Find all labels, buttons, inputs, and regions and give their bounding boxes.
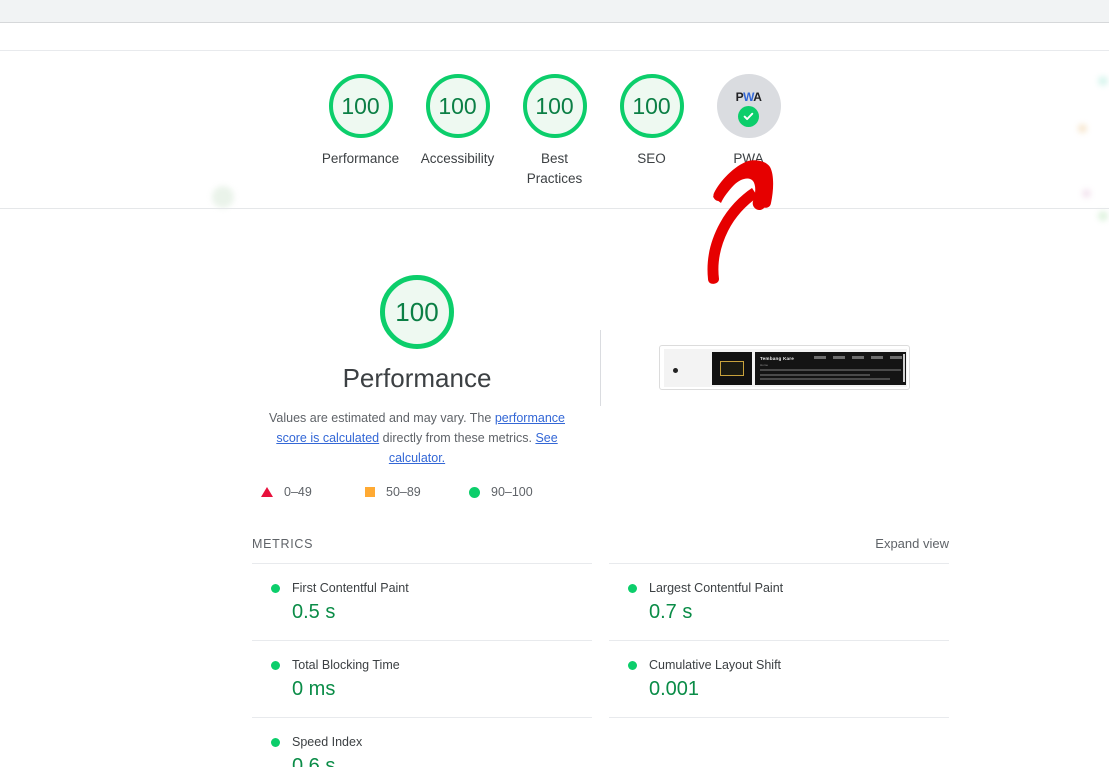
triangle-icon — [261, 487, 273, 498]
metric-label: Cumulative Layout Shift — [649, 658, 782, 672]
metric-item-speed-index[interactable]: Speed Index 0.6 s — [252, 717, 592, 767]
thumbnail-text-lines — [760, 369, 901, 383]
gauge-best-practices: 100 — [522, 74, 587, 138]
metric-value: 0.001 — [649, 678, 700, 700]
check-circle-icon — [738, 106, 759, 127]
scale-range: 90–100 — [491, 485, 533, 500]
score-gauge-performance[interactable]: 100 Performance — [312, 74, 409, 169]
pwa-badge-icon: PWA — [716, 74, 781, 138]
badge-label: PWA — [733, 151, 764, 166]
metric-value: 0.7 s — [649, 601, 693, 623]
scale-range: 0–49 — [284, 485, 312, 500]
gauge-score-value: 100 — [341, 92, 380, 119]
metric-row: First Contentful Paint — [252, 581, 592, 595]
metric-label: First Contentful Paint — [292, 581, 409, 595]
expand-view-toggle[interactable]: Expand view — [875, 536, 949, 551]
metrics-grid: First Contentful Paint 0.5 s Largest Con… — [252, 563, 949, 767]
metrics-section-label: METRICS — [252, 537, 314, 551]
performance-summary: 100 Performance Values are estimated and… — [250, 275, 584, 499]
metric-item-largest-contentful-paint[interactable]: Largest Contentful Paint 0.7 s — [609, 563, 949, 640]
score-gauge-best-practices[interactable]: 100 Best Practices — [506, 74, 603, 189]
description-text-1: Values are estimated and may vary. The — [269, 411, 495, 426]
thumbnail-site-subtitle: Home — [760, 363, 769, 367]
performance-score-value: 100 — [395, 297, 439, 327]
square-icon — [365, 487, 375, 498]
metric-row: Speed Index — [252, 735, 592, 749]
performance-description: Values are estimated and may vary. The p… — [252, 408, 582, 468]
gauge-label: SEO — [637, 151, 666, 166]
circle-icon — [469, 486, 480, 498]
thumbnail-dot — [673, 368, 678, 373]
score-gauge-accessibility[interactable]: 100 Accessibility — [409, 74, 506, 169]
thumbnail-logo-mark-icon — [720, 361, 744, 376]
status-circle-icon — [271, 737, 280, 747]
thumbnail-line — [760, 369, 901, 371]
vertical-divider — [600, 330, 601, 406]
score-scale-legend: 0–49 50–89 90–100 — [261, 485, 573, 499]
final-screenshot-thumbnail[interactable]: Tembang Kare Home — [659, 345, 910, 390]
pwa-wordmark: PWA — [735, 90, 762, 104]
gauge-score-value: 100 — [632, 92, 671, 119]
metrics-header: METRICS Expand view — [252, 536, 949, 551]
metric-label: Speed Index — [292, 735, 363, 749]
category-scores-section: 100 Performance 100 Accessibility 100 Be… — [0, 52, 1109, 209]
status-circle-icon — [628, 660, 637, 670]
scale-item-average: 50–89 — [365, 485, 469, 499]
gauge-score-value: 100 — [535, 92, 574, 119]
metric-value: 0.6 s — [292, 755, 336, 767]
metric-value: 0.5 s — [292, 601, 336, 623]
thumbnail-nav-item — [871, 356, 883, 359]
gauge-accessibility: 100 — [425, 74, 490, 138]
gauge-label: Performance — [321, 151, 400, 166]
metric-row: Total Blocking Time — [252, 658, 592, 672]
gauge-score-value: 100 — [438, 92, 477, 119]
status-circle-icon — [271, 583, 280, 593]
thumbnail-line — [760, 373, 870, 376]
status-circle-icon — [628, 583, 637, 593]
gauge-label: Accessibility — [420, 151, 495, 166]
gauge-label: Best Practices — [526, 151, 583, 186]
browser-chrome-strip — [0, 0, 1109, 23]
page-title: Performance — [342, 363, 492, 393]
thumbnail-logo — [712, 352, 752, 385]
score-gauge-seo[interactable]: 100 SEO — [603, 74, 700, 169]
thumbnail-nav-item — [890, 356, 902, 359]
thumbnail-line — [760, 378, 890, 380]
metric-item-cumulative-layout-shift[interactable]: Cumulative Layout Shift 0.001 — [609, 640, 949, 717]
thumbnail-nav-item — [814, 356, 826, 359]
thumbnail-scrollbar — [903, 354, 905, 382]
metric-label: Largest Contentful Paint — [649, 581, 784, 595]
thumbnail-nav — [814, 356, 902, 359]
metric-item-placeholder — [609, 717, 949, 767]
scale-range: 50–89 — [386, 485, 421, 500]
metric-label: Total Blocking Time — [292, 658, 400, 672]
lighthouse-report-page: 100 Performance 100 Accessibility 100 Be… — [0, 0, 1109, 767]
category-scores-row: 100 Performance 100 Accessibility 100 Be… — [0, 52, 1109, 189]
metric-row: Cumulative Layout Shift — [609, 658, 949, 672]
metric-item-first-contentful-paint[interactable]: First Contentful Paint 0.5 s — [252, 563, 592, 640]
gauge-performance: 100 — [328, 74, 393, 138]
thumbnail-nav-item — [852, 356, 864, 359]
status-circle-icon — [271, 660, 280, 670]
thumbnail-viewport: Tembang Kare Home — [664, 349, 907, 387]
scale-item-fail: 0–49 — [261, 485, 365, 499]
thumbnail-page-content: Tembang Kare Home — [755, 352, 906, 385]
score-badge-pwa[interactable]: PWA PWA — [700, 74, 797, 169]
metric-item-total-blocking-time[interactable]: Total Blocking Time 0 ms — [252, 640, 592, 717]
metric-value: 0 ms — [292, 678, 336, 700]
thumbnail-nav-item — [833, 356, 845, 359]
report-toolbar-strip — [0, 24, 1109, 51]
gauge-seo: 100 — [619, 74, 684, 138]
gauge-performance-large: 100 — [380, 275, 454, 349]
scale-item-pass: 90–100 — [469, 485, 573, 499]
metric-row: Largest Contentful Paint — [609, 581, 949, 595]
description-text-2: directly from these metrics. — [379, 431, 536, 446]
